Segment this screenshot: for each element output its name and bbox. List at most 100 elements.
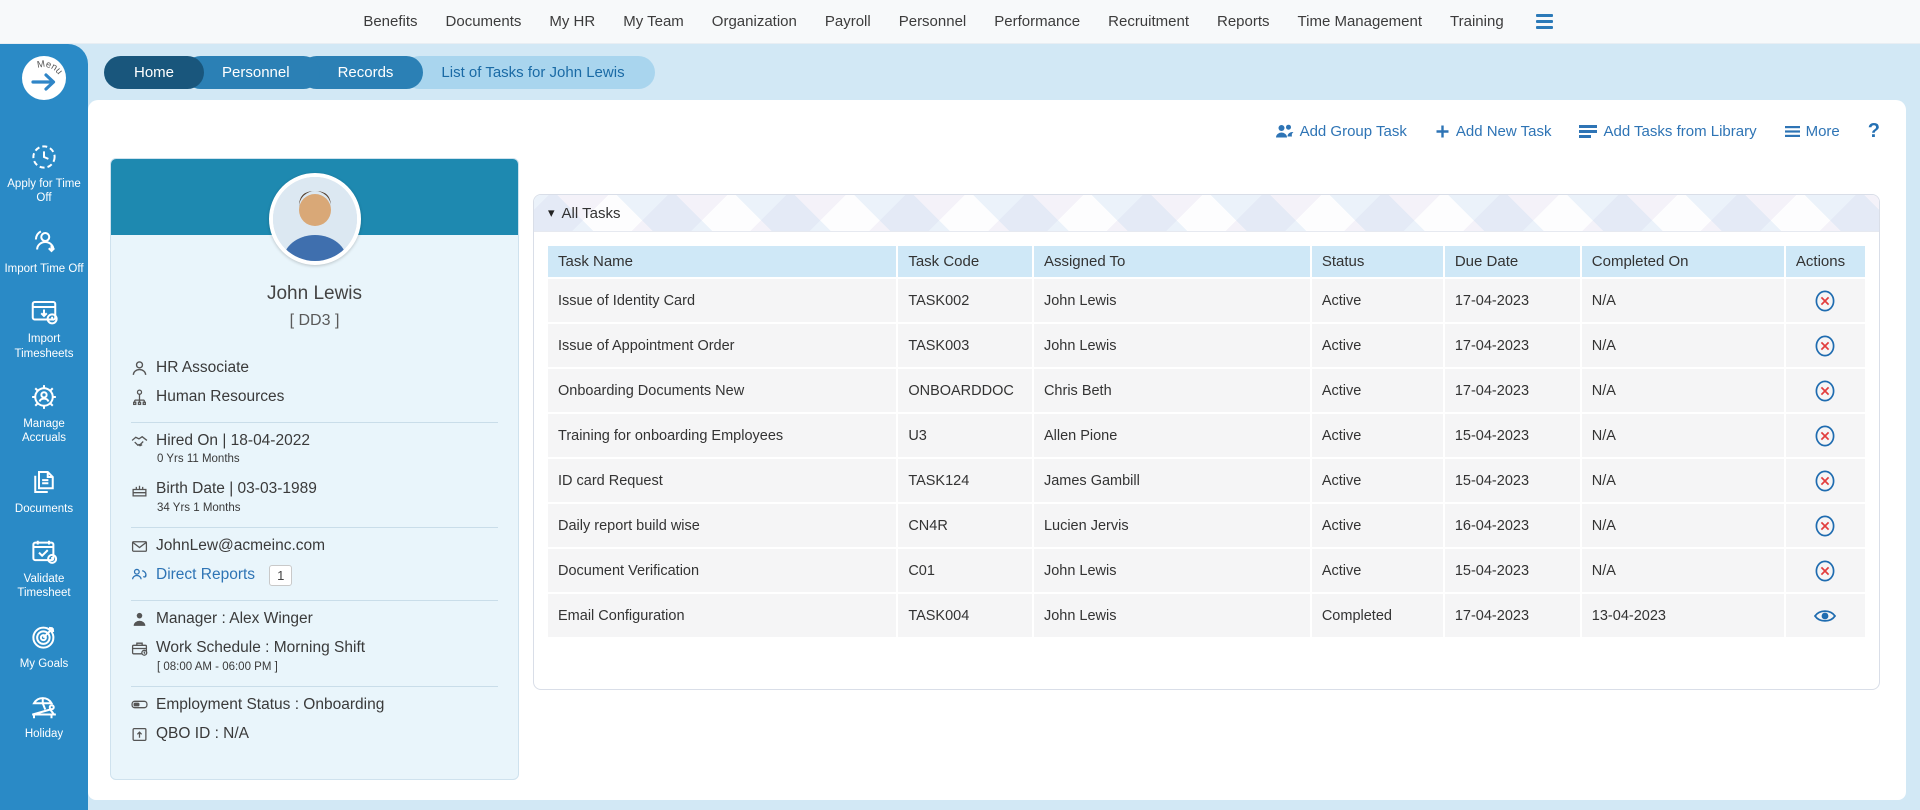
table-row: Onboarding Documents New ONBOARDDOC Chris … bbox=[548, 367, 1865, 412]
completed-on-cell: N/A bbox=[1582, 414, 1786, 457]
due-date-cell: 15-04-2023 bbox=[1445, 414, 1582, 457]
task-code-cell: ONBOARDDOC bbox=[898, 369, 1034, 412]
manager-icon bbox=[133, 612, 146, 626]
nav-item-time-management[interactable]: Time Management bbox=[1298, 13, 1423, 30]
assigned-to-cell: James Gambill bbox=[1034, 459, 1312, 502]
divider bbox=[131, 526, 498, 528]
sidebar-item-my-goals[interactable]: My Goals bbox=[2, 622, 86, 671]
direct-reports-count: 1 bbox=[269, 565, 293, 587]
delete-task-icon[interactable] bbox=[1812, 378, 1838, 404]
due-date-cell: 17-04-2023 bbox=[1445, 594, 1582, 637]
actions-cell bbox=[1786, 279, 1865, 322]
sidebar-item-import-time-off[interactable]: Import Time Off bbox=[2, 227, 86, 276]
employee-code: [ DD3 ] bbox=[289, 312, 340, 329]
all-tasks-panel: ▾ All Tasks Task Name Task Code Assigned T… bbox=[533, 194, 1880, 690]
profile-card-header bbox=[111, 159, 518, 265]
add-tasks-from-library-button[interactable]: Add Tasks from Library bbox=[1579, 122, 1757, 140]
completed-on-cell: N/A bbox=[1582, 279, 1786, 322]
task-name-cell: Daily report build wise bbox=[548, 504, 899, 547]
employment-status-row: Employment Status : Onboarding bbox=[131, 694, 498, 716]
sidebar-item-label: My Goals bbox=[19, 657, 69, 670]
nav-item-training[interactable]: Training bbox=[1450, 13, 1504, 30]
delete-task-icon[interactable] bbox=[1812, 423, 1838, 449]
user-icon bbox=[132, 360, 147, 375]
completed-on-cell: 13-04-2023 bbox=[1582, 594, 1786, 637]
delete-task-icon[interactable] bbox=[1812, 558, 1838, 584]
department-icon bbox=[133, 389, 146, 406]
actions-cell bbox=[1786, 369, 1865, 412]
sidebar-item-label: Apply for Time Off bbox=[7, 178, 81, 205]
sidebar-item-manage-accruals[interactable]: Manage Accruals bbox=[2, 382, 86, 446]
manage-accruals-icon bbox=[32, 385, 56, 409]
import-timesheets-icon bbox=[31, 301, 58, 325]
task-code-cell: CN4R bbox=[898, 504, 1034, 547]
table-row: ID card Request TASK124 James Gambill Activ… bbox=[548, 457, 1865, 502]
task-name-cell: Email Configuration bbox=[548, 594, 899, 637]
tab-home[interactable]: Home bbox=[104, 55, 205, 89]
sidebar-item-import-timesheets[interactable]: Import Timesheets bbox=[2, 297, 86, 361]
sidebar-item-label: Holiday bbox=[24, 728, 64, 741]
nav-item-my-hr[interactable]: My HR bbox=[549, 13, 595, 30]
sidebar-item-holiday[interactable]: Holiday bbox=[2, 692, 86, 741]
add-new-task-button[interactable]: Add New Task bbox=[1435, 122, 1552, 140]
manager-row: Manager : Alex Winger bbox=[131, 608, 498, 630]
add-tasks-from-library-label: Add Tasks from Library bbox=[1603, 122, 1757, 140]
profile-details: HR Associate Human Resources Hired On | … bbox=[111, 330, 518, 746]
age: 34 Yrs 1 Months bbox=[157, 501, 241, 514]
breadcrumb: Home Personnel Records List of Tasks for Jo… bbox=[88, 44, 1906, 100]
due-date-cell: 16-04-2023 bbox=[1445, 504, 1582, 547]
direct-reports-link[interactable]: Direct Reports bbox=[156, 564, 255, 586]
sidebar-item-apply-for-time-off[interactable]: Apply for Time Off bbox=[2, 142, 86, 206]
add-group-task-label: Add Group Task bbox=[1299, 122, 1407, 140]
completed-on-cell: N/A bbox=[1582, 549, 1786, 592]
nav-item-payroll[interactable]: Payroll bbox=[825, 13, 871, 30]
employee-name: John Lewis bbox=[266, 283, 363, 304]
plus-icon bbox=[1436, 125, 1449, 137]
sidebar-item-documents[interactable]: Documents bbox=[2, 467, 86, 516]
delete-task-icon[interactable] bbox=[1812, 513, 1838, 539]
nav-item-organization[interactable]: Organization bbox=[712, 13, 797, 30]
tab-list-of-tasks-for-john-lewis[interactable]: List of Tasks for John Lewis bbox=[403, 55, 655, 89]
sidebar-item-label: Manage Accruals bbox=[21, 417, 67, 445]
divider bbox=[131, 421, 498, 423]
due-date-cell: 15-04-2023 bbox=[1445, 549, 1582, 592]
add-new-task-label: Add New Task bbox=[1455, 122, 1552, 140]
task-name-cell: Document Verification bbox=[548, 549, 899, 592]
all-tasks-header[interactable]: ▾ All Tasks bbox=[534, 195, 1879, 232]
work-schedule-briefcase-icon bbox=[131, 642, 148, 656]
task-code-cell: C01 bbox=[898, 549, 1034, 592]
hamburger-menu-icon[interactable] bbox=[1532, 10, 1557, 33]
divider bbox=[131, 685, 498, 687]
delete-task-icon[interactable] bbox=[1812, 288, 1838, 314]
main-panel: Add Group Task Add New Task Add Tasks fr… bbox=[88, 100, 1906, 800]
sidebar-item-validate-timesheet[interactable]: Validate Timesheet bbox=[2, 537, 86, 601]
status-cell: Active bbox=[1312, 279, 1445, 322]
nav-item-benefits[interactable]: Benefits bbox=[363, 13, 417, 30]
all-tasks-title: All Tasks bbox=[561, 204, 621, 222]
delete-task-icon[interactable] bbox=[1812, 333, 1838, 359]
tab-personnel[interactable]: Personnel bbox=[184, 55, 320, 89]
nav-item-personnel[interactable]: Personnel bbox=[899, 13, 967, 30]
sidebar-item-label: Validate Timesheet bbox=[17, 573, 71, 600]
help-button[interactable]: ? bbox=[1868, 120, 1880, 143]
completed-on-cell: N/A bbox=[1582, 459, 1786, 502]
nav-item-my-team[interactable]: My Team bbox=[623, 13, 684, 30]
top-navigation-bar: Benefits Documents My HR My Team Organizatio… bbox=[0, 0, 1920, 44]
sidebar-items: Apply for Time Off Import Time Off Impor… bbox=[2, 142, 86, 742]
assigned-to-cell: Allen Pione bbox=[1034, 414, 1312, 457]
sidebar-item-label: Import Timesheets bbox=[14, 333, 74, 360]
due-date-cell: 17-04-2023 bbox=[1445, 324, 1582, 367]
completed-on-cell: N/A bbox=[1582, 504, 1786, 547]
qbo-id-row: QBO ID : N/A bbox=[131, 723, 498, 745]
nav-item-performance[interactable]: Performance bbox=[994, 13, 1080, 30]
add-group-task-button[interactable]: Add Group Task bbox=[1275, 123, 1407, 140]
view-task-icon[interactable] bbox=[1812, 603, 1838, 629]
delete-task-icon[interactable] bbox=[1812, 468, 1838, 494]
actions-cell bbox=[1786, 459, 1865, 502]
menu-expand-button[interactable]: Menu bbox=[20, 54, 68, 102]
nav-item-reports[interactable]: Reports bbox=[1217, 13, 1270, 30]
nav-item-documents[interactable]: Documents bbox=[446, 13, 522, 30]
more-button[interactable]: More bbox=[1784, 123, 1840, 140]
nav-item-recruitment[interactable]: Recruitment bbox=[1108, 13, 1189, 30]
assigned-to-cell: John Lewis bbox=[1034, 549, 1312, 592]
